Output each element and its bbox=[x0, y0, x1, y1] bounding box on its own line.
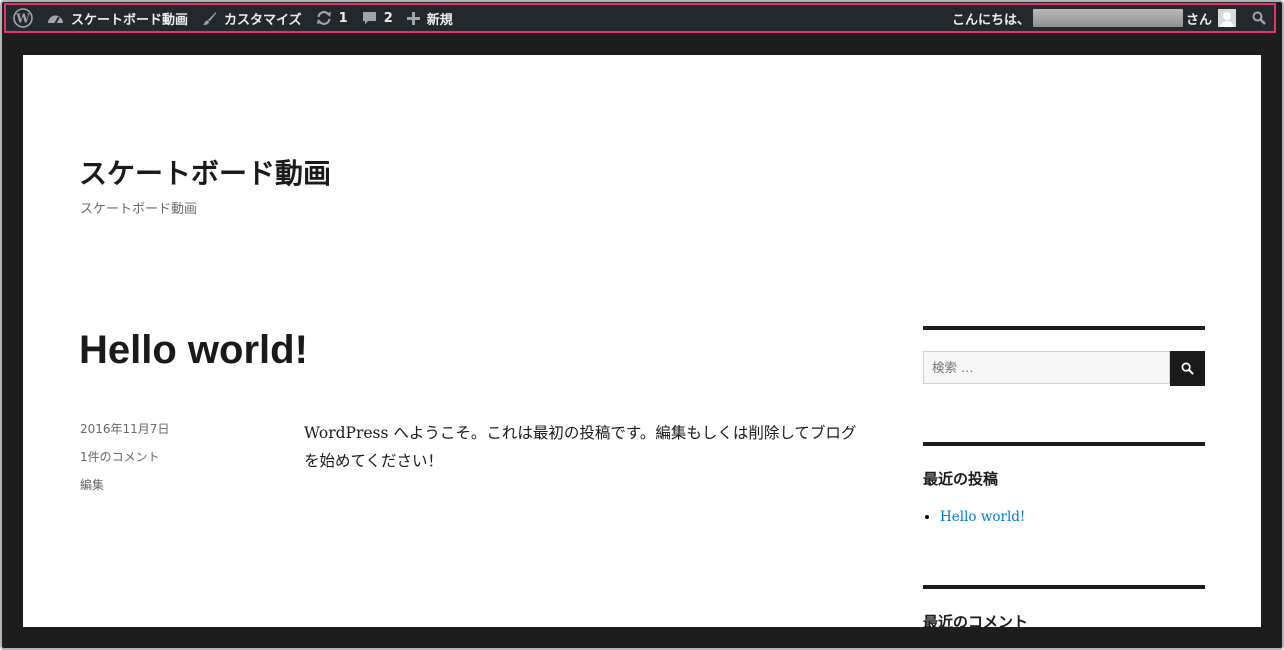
comments-count: 2 bbox=[383, 10, 393, 26]
customize-label: カスタマイズ bbox=[224, 12, 302, 28]
updates-count: 1 bbox=[338, 10, 348, 26]
svg-text:W: W bbox=[15, 12, 30, 26]
admin-bar-search[interactable] bbox=[1240, 5, 1274, 31]
avatar bbox=[1218, 9, 1236, 27]
comment-bubble-icon bbox=[362, 11, 376, 24]
paintbrush-icon bbox=[203, 11, 217, 25]
post-body: WordPress へようこそ。これは最初の投稿です。編集もしくは削除してブログ… bbox=[304, 424, 857, 470]
recent-posts-list: Hello world! bbox=[923, 509, 1025, 525]
admin-bar-comments[interactable]: 2 bbox=[355, 5, 400, 31]
post-meta: 2016年11月7日 1件のコメント 編集 bbox=[80, 421, 169, 505]
admin-bar-account[interactable]: こんにちは、 さん bbox=[945, 5, 1240, 31]
page-content: スケートボード動画 スケートボード動画 Hello world! 2016年11… bbox=[23, 55, 1261, 627]
admin-bar-customize[interactable]: カスタマイズ bbox=[195, 5, 309, 31]
list-item: Hello world! bbox=[940, 509, 1025, 525]
site-description: スケートボード動画 bbox=[80, 202, 198, 217]
site-title[interactable]: スケートボード動画 bbox=[79, 156, 331, 192]
recent-post-link[interactable]: Hello world! bbox=[940, 509, 1025, 525]
post-date[interactable]: 2016年11月7日 bbox=[80, 421, 169, 449]
widget-divider bbox=[923, 442, 1205, 446]
sidebar-search-input[interactable] bbox=[923, 351, 1170, 384]
redacted-username bbox=[1032, 9, 1183, 27]
recent-posts-title: 最近の投稿 bbox=[923, 470, 999, 488]
admin-bar: W スケートボード動画 カスタマイズ 1 2 新規 こんにちは、 さん bbox=[4, 3, 1276, 33]
admin-bar-new[interactable]: 新規 bbox=[400, 5, 460, 31]
dashboard-icon bbox=[48, 15, 63, 24]
post-comments-link[interactable]: 1件のコメント bbox=[80, 449, 169, 477]
search-icon bbox=[1181, 362, 1194, 375]
post-edit-link[interactable]: 編集 bbox=[80, 477, 169, 505]
new-label: 新規 bbox=[426, 12, 453, 28]
recent-comments-title: 最近のコメント bbox=[923, 613, 1029, 627]
honorific-text: さん bbox=[1185, 12, 1212, 28]
admin-bar-site-name: スケートボード動画 bbox=[71, 12, 189, 28]
updates-icon bbox=[316, 11, 331, 25]
plus-icon bbox=[406, 11, 420, 25]
search-icon bbox=[1252, 11, 1266, 25]
sidebar-search-button[interactable] bbox=[1170, 351, 1205, 386]
post-title[interactable]: Hello world! bbox=[79, 325, 308, 375]
widget-divider bbox=[923, 585, 1205, 589]
wordpress-logo-icon[interactable]: W bbox=[6, 5, 40, 31]
widget-divider bbox=[923, 326, 1205, 330]
admin-bar-updates[interactable]: 1 bbox=[309, 5, 355, 31]
greeting-text: こんにちは、 bbox=[951, 12, 1030, 28]
admin-bar-site-link[interactable]: スケートボード動画 bbox=[40, 5, 195, 31]
